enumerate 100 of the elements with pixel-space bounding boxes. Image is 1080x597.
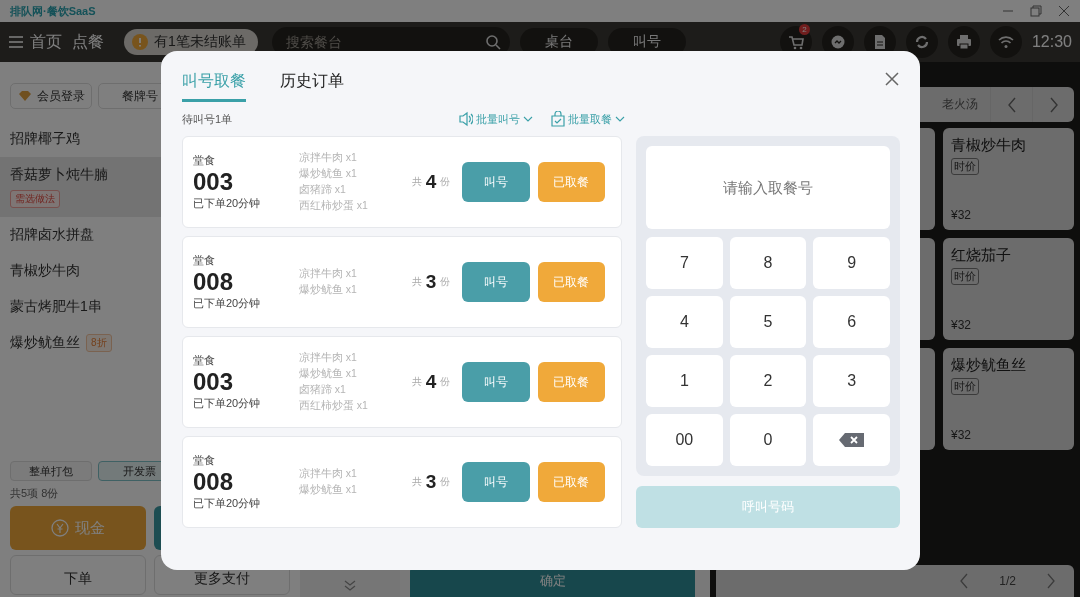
call-button[interactable]: 叫号	[462, 462, 530, 502]
printer-icon[interactable]	[947, 26, 980, 58]
cart-glyph-icon	[787, 34, 804, 50]
item-name: 招牌椰子鸡	[10, 130, 80, 148]
order-elapsed-time: 已下单20分钟	[193, 196, 262, 211]
chevron-right-icon	[1048, 96, 1059, 113]
chevron-left-icon	[1006, 96, 1017, 113]
batch-action-dropdown[interactable]: 批量取餐	[551, 111, 625, 127]
order-line-item: 西红柿炒蛋 x1	[298, 199, 369, 213]
home-button[interactable]: 首页	[8, 31, 62, 53]
cart-badge: 2	[798, 24, 810, 35]
total-prefix: 共	[411, 275, 422, 289]
order-summary: 共5项 8份	[10, 486, 60, 501]
wifi-signal-icon	[997, 34, 1014, 50]
price-tag: 时价	[951, 158, 979, 175]
chevron-right-icon	[1046, 573, 1056, 589]
refresh-icon[interactable]	[905, 26, 938, 58]
warning-icon	[132, 34, 148, 50]
pickup-number-input[interactable]: 请输入取餐号	[646, 146, 890, 229]
total-prefix: 共	[411, 475, 422, 489]
order-line-item: 卤猪蹄 x1	[298, 383, 347, 397]
total-count: 3	[425, 471, 437, 493]
arrows-icon	[913, 34, 930, 50]
dish-price: ¥32	[951, 428, 973, 442]
order-line-item: 爆炒鱿鱼 x1	[298, 283, 358, 297]
call-button[interactable]: 叫号	[462, 362, 530, 402]
keypad-key[interactable]: 6	[813, 296, 890, 348]
dish-price: ¥32	[951, 208, 973, 222]
speaker-icon	[459, 111, 473, 127]
option-required-tag: 需选做法	[10, 190, 60, 208]
search-icon	[484, 34, 501, 50]
order-type: 堂食	[193, 253, 216, 268]
action-button[interactable]: 下单	[10, 555, 146, 595]
dish-card[interactable]: 青椒炒牛肉 时价 ¥32	[943, 128, 1074, 230]
dialog-tab[interactable]: 叫号取餐	[182, 69, 246, 102]
keypad-key[interactable]: 00	[646, 414, 723, 466]
dish-card[interactable]: 红烧茄子 时价 ¥32	[943, 238, 1074, 340]
caret-icon	[615, 115, 625, 123]
backspace-key[interactable]	[813, 414, 890, 466]
total-unit: 份	[440, 475, 451, 489]
unpaid-notice[interactable]: 有1笔未结账单	[124, 29, 258, 55]
total-count: 4	[425, 171, 437, 193]
member-login-button[interactable]: 会员登录	[10, 83, 92, 109]
keypad-key[interactable]: 4	[646, 296, 723, 348]
print-icon	[955, 34, 972, 50]
total-count: 4	[425, 371, 437, 393]
diamond-icon	[17, 89, 33, 103]
order-line-item: 爆炒鱿鱼 x1	[298, 483, 358, 497]
keypad-key[interactable]: 9	[813, 237, 890, 289]
yen-icon	[51, 519, 69, 537]
dialog-tab[interactable]: 历史订单	[280, 69, 344, 102]
order-option-button[interactable]: 整单打包	[10, 461, 92, 481]
menu-icon	[8, 34, 24, 50]
backspace-icon	[838, 432, 866, 448]
order-line-item: 爆炒鱿鱼 x1	[298, 167, 358, 181]
chevron-left-icon	[959, 573, 970, 589]
dish-name: 青椒炒牛肉	[951, 136, 1027, 155]
keypad-key[interactable]: 2	[729, 355, 807, 407]
item-name: 招牌卤水拼盘	[10, 226, 94, 244]
batch-action-dropdown[interactable]: 批量叫号	[459, 111, 533, 127]
total-unit: 份	[440, 275, 451, 289]
call-button[interactable]: 叫号	[462, 162, 530, 202]
order-line-item: 凉拌牛肉 x1	[298, 467, 358, 481]
order-elapsed-time: 已下单20分钟	[193, 296, 262, 311]
total-count: 3	[425, 271, 437, 293]
order-line-item: 凉拌牛肉 x1	[298, 351, 358, 365]
pickup-number: 008	[193, 468, 235, 496]
restore-icon	[1030, 5, 1042, 17]
close-icon	[1058, 5, 1070, 17]
category-tab[interactable]: 老火汤	[930, 96, 990, 113]
bag-icon	[551, 111, 565, 127]
page-indicator: 1/2	[999, 574, 1016, 588]
total-unit: 份	[440, 175, 451, 189]
order-elapsed-time: 已下单20分钟	[193, 496, 262, 511]
order-type: 堂食	[193, 353, 216, 368]
chat-bubble-icon	[829, 34, 846, 50]
clock-time: 12:30	[1031, 33, 1072, 51]
close-icon	[884, 71, 900, 87]
item-name: 香菇萝卜炖牛腩	[10, 166, 108, 184]
keypad-key[interactable]: 1	[646, 355, 723, 407]
pickup-number: 003	[193, 368, 235, 396]
dish-name: 爆炒鱿鱼丝	[951, 356, 1027, 375]
order-tab[interactable]: 点餐	[72, 31, 104, 53]
order-line-item: 凉拌牛肉 x1	[298, 267, 358, 281]
dish-card[interactable]: 爆炒鱿鱼丝 时价 ¥32	[943, 348, 1074, 450]
order-line-item: 西红柿炒蛋 x1	[298, 399, 369, 413]
call-button[interactable]: 叫号	[462, 262, 530, 302]
keypad-key[interactable]: 0	[729, 414, 807, 466]
double-chevron-down-icon	[343, 579, 357, 591]
pending-count: 待叫号1单	[182, 111, 233, 127]
caret-icon	[523, 115, 533, 123]
keypad-key[interactable]: 7	[646, 237, 723, 289]
total-prefix: 共	[411, 175, 422, 189]
pickup-number: 003	[193, 168, 235, 196]
discount-tag: 8折	[86, 334, 112, 352]
keypad-key[interactable]: 5	[729, 296, 807, 348]
keypad-key[interactable]: 3	[813, 355, 890, 407]
app-logo-text: 排队网·餐饮SaaS	[10, 3, 96, 19]
keypad-key[interactable]: 8	[729, 237, 807, 289]
dish-name: 红烧茄子	[951, 246, 1012, 265]
